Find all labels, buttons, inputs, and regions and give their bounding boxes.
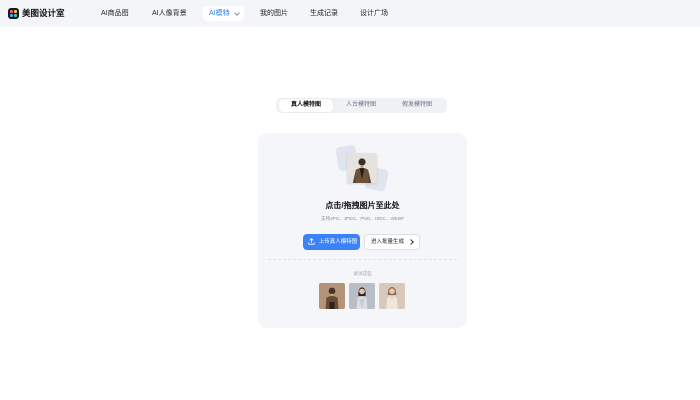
supported-formats: 支持JPG、JPEG、PNG、HEIC、WEBP — [321, 216, 404, 221]
batch-generate-label: 进入批量生成 — [371, 239, 405, 245]
logo-icon[interactable] — [8, 8, 19, 19]
chevron-right-icon — [408, 239, 414, 245]
tab-wig-model[interactable]: 假发模特图 — [390, 99, 444, 112]
tab-real-model[interactable]: 真人模特图 — [279, 99, 333, 112]
nav-design-plaza[interactable]: 设计广场 — [360, 7, 388, 20]
sample-model-photo-3[interactable] — [379, 283, 405, 309]
nav-generation-history[interactable]: 生成记录 — [310, 7, 338, 20]
try-these-label: 试试这些 — [353, 271, 372, 276]
tab-mannequin-model[interactable]: 人台模特图 — [334, 99, 388, 112]
batch-generate-button[interactable]: 进入批量生成 — [364, 234, 420, 250]
nav-ai-product-image[interactable]: AI商品图 — [101, 7, 129, 20]
upload-icon — [308, 238, 315, 245]
top-nav-bar: 美图设计室 AI商品图 AI人像背景 AI模特 我的图片 生成记录 设计广场 — [0, 0, 700, 27]
chevron-down-icon — [234, 10, 240, 16]
model-photo-icon — [347, 153, 377, 183]
model-type-tabs: 真人模特图 人台模特图 假发模特图 — [276, 98, 447, 113]
sample-model-photo-1[interactable] — [319, 283, 345, 309]
upload-button-label: 上传真人模特图 — [318, 239, 358, 245]
nav-ai-model[interactable]: AI模特 — [203, 6, 244, 21]
upload-real-model-button[interactable]: 上传真人模特图 — [303, 234, 360, 250]
divider — [268, 259, 457, 260]
upload-dropzone[interactable]: 点击/拖拽图片至此处 支持JPG、JPEG、PNG、HEIC、WEBP 上传真人… — [258, 133, 467, 328]
sample-model-photo-2[interactable] — [349, 283, 375, 309]
nav-ai-model-label: AI模特 — [209, 10, 230, 17]
nav-my-images[interactable]: 我的图片 — [260, 7, 288, 20]
nav-ai-portrait-background[interactable]: AI人像背景 — [152, 7, 187, 20]
upload-title: 点击/拖拽图片至此处 — [325, 201, 400, 210]
brand-name[interactable]: 美图设计室 — [22, 7, 65, 20]
